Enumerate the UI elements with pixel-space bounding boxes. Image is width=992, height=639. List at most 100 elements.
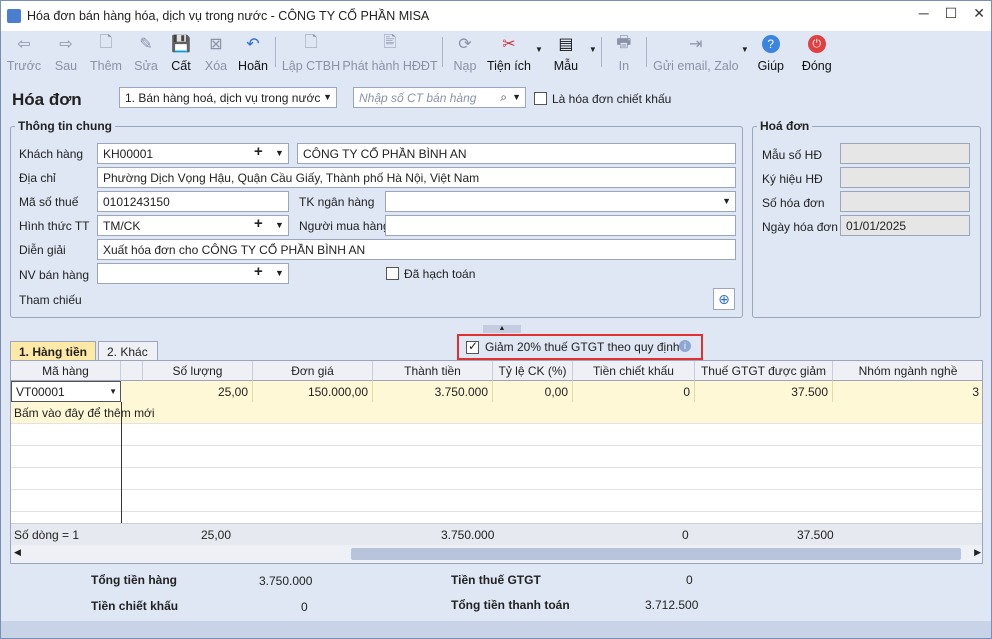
col-header-pin[interactable] xyxy=(121,361,143,381)
add-customer-icon[interactable]: + xyxy=(254,143,263,160)
delete-button[interactable]: ⊠ Xóa xyxy=(197,31,235,77)
buyer-input[interactable] xyxy=(385,215,736,236)
add-row[interactable] xyxy=(11,402,982,423)
print-button[interactable]: 🖶 In xyxy=(606,31,642,77)
vat-reduction-label: Giảm 20% thuế GTGT theo quy định xyxy=(485,340,680,354)
col-header-vat-reduced[interactable]: Thuế GTGT được giảm xyxy=(695,361,833,381)
scrollbar-thumb[interactable] xyxy=(351,548,961,560)
scroll-left-icon[interactable]: ◀ xyxy=(14,547,21,558)
col-header-price[interactable]: Đơn giá xyxy=(253,361,373,381)
publish-einvoice-button[interactable]: 🖹 Phát hành HĐĐT xyxy=(342,31,438,77)
price-cell[interactable]: 150.000,00 xyxy=(253,381,373,402)
col-header-code[interactable]: Mã hàng xyxy=(11,361,121,381)
add-button[interactable]: 🗋 Thêm xyxy=(85,31,127,77)
discount-invoice-checkbox[interactable] xyxy=(534,92,547,105)
invoice-symbol-label: Ký hiệu HĐ xyxy=(762,172,823,186)
vat-reduction-box: ✓ Giảm 20% thuế GTGT theo quy định i xyxy=(457,334,703,360)
template-button[interactable]: ▤ Mẫu xyxy=(543,31,589,77)
power-icon: ⏻ xyxy=(807,34,826,54)
tab-other[interactable]: 2. Khác xyxy=(98,341,158,361)
col-header-ck-amount[interactable]: Tiền chiết khấu xyxy=(573,361,695,381)
create-sales-button[interactable]: 🗋 Lập CTBH xyxy=(280,31,342,77)
check-icon: ✓ xyxy=(468,338,479,353)
invoice-form-label: Mẫu số HĐ xyxy=(762,148,823,162)
app-icon xyxy=(7,9,21,23)
delete-doc-icon: ⊠ xyxy=(209,36,223,53)
bank-select[interactable]: ▼ xyxy=(385,191,736,212)
add-payment-icon[interactable]: + xyxy=(254,215,263,232)
search-invoice-input[interactable]: Nhập số CT bán hàng ⌕ ▼ xyxy=(353,87,526,108)
industry-cell[interactable]: 3 xyxy=(833,381,982,402)
invoice-date-input[interactable]: 01/01/2025 xyxy=(840,215,970,236)
undo-button[interactable]: ↶ Hoãn xyxy=(235,31,271,77)
row-count: Số dòng = 1 xyxy=(14,528,80,542)
total-payment-label: Tổng tiền thanh toán xyxy=(451,598,570,612)
window-title: Hóa đơn bán hàng hóa, dịch vụ trong nước… xyxy=(27,9,430,23)
invoice-date-label: Ngày hóa đơn xyxy=(762,220,838,234)
posted-checkbox[interactable] xyxy=(386,267,399,280)
maximize-icon[interactable]: ☐ xyxy=(945,5,958,22)
save-button[interactable]: 💾 Cất xyxy=(165,31,197,77)
ck-amount-cell[interactable]: 0 xyxy=(573,381,695,402)
reload-button[interactable]: ⟳ Nạp xyxy=(447,31,483,77)
chevron-down-icon[interactable]: ▼ xyxy=(275,220,284,230)
add-row-hint[interactable]: Bấm vào đây để thêm mới xyxy=(14,406,155,420)
col-header-amount[interactable]: Thành tiền xyxy=(373,361,493,381)
arrow-right-icon: ⇨ xyxy=(59,36,73,53)
item-code-cell[interactable]: VT00001 ▼ xyxy=(11,381,121,402)
scroll-right-icon[interactable]: ▶ xyxy=(974,547,981,558)
discount-invoice-label: Là hóa đơn chiết khấu xyxy=(552,92,672,106)
status-bar xyxy=(1,621,991,638)
edit-doc-icon: ✎ xyxy=(139,36,153,53)
qty-cell[interactable]: 25,00 xyxy=(143,381,253,402)
invoice-number-input[interactable] xyxy=(840,191,970,212)
send-email-button[interactable]: ⇥ Gửi email, Zalo xyxy=(651,31,741,77)
chevron-down-icon[interactable]: ▼ xyxy=(589,45,597,54)
chevron-down-icon[interactable]: ▼ xyxy=(275,268,284,278)
general-info-title: Thông tin chung xyxy=(15,119,115,133)
col-header-ck-rate[interactable]: Tỷ lệ CK (%) xyxy=(493,361,573,381)
add-staff-icon[interactable]: + xyxy=(254,263,263,280)
invoice-form-input[interactable] xyxy=(840,143,970,164)
ck-rate-cell[interactable]: 0,00 xyxy=(493,381,573,402)
zoom-in-icon[interactable]: ⊕ xyxy=(713,288,735,310)
col-header-qty[interactable]: Số lượng xyxy=(143,361,253,381)
total-payment-value: 3.712.500 xyxy=(645,598,699,612)
prev-button[interactable]: ⇦ Trước xyxy=(1,31,47,77)
info-icon[interactable]: i xyxy=(679,340,691,352)
description-input[interactable]: Xuất hóa đơn cho CÔNG TY CỔ PHẦN BÌNH AN xyxy=(97,239,736,260)
minimize-icon[interactable]: ─ xyxy=(919,5,929,22)
total-goods-value: 3.750.000 xyxy=(259,574,313,588)
undo-icon: ↶ xyxy=(246,36,260,53)
tab-goods[interactable]: 1. Hàng tiền xyxy=(10,341,96,361)
chevron-down-icon: ▼ xyxy=(512,92,521,102)
help-icon: ? xyxy=(761,34,780,54)
col-header-industry[interactable]: Nhóm ngành nghề xyxy=(833,361,982,381)
payment-method-label: Hình thức TT xyxy=(19,219,90,233)
publish-icon: 🖹 xyxy=(383,33,397,51)
edit-button[interactable]: ✎ Sửa xyxy=(127,31,165,77)
tax-code-input[interactable]: 0101243150 xyxy=(97,191,289,212)
chevron-down-icon[interactable]: ▼ xyxy=(741,45,749,54)
address-input[interactable]: Phường Dịch Vọng Hậu, Quận Cầu Giấy, Thà… xyxy=(97,167,736,188)
chevron-down-icon[interactable]: ▼ xyxy=(535,45,543,54)
help-button[interactable]: ? Giúp xyxy=(749,31,793,77)
vat-reduction-checkbox[interactable]: ✓ xyxy=(466,338,479,354)
next-button[interactable]: ⇨ Sau xyxy=(47,31,85,77)
customer-name-input[interactable]: CÔNG TY CỔ PHẦN BÌNH AN xyxy=(297,143,736,164)
horizontal-scrollbar[interactable]: ◀ ▶ xyxy=(11,545,982,563)
chevron-down-icon: ▼ xyxy=(722,196,731,206)
vat-reduced-cell[interactable]: 37.500 xyxy=(695,381,833,402)
arrow-left-icon: ⇦ xyxy=(17,36,31,53)
address-label: Địa chỉ xyxy=(19,171,56,185)
add-doc-icon: 🗋 xyxy=(99,33,113,51)
amount-cell[interactable]: 3.750.000 xyxy=(373,381,493,402)
customer-label: Khách hàng xyxy=(19,147,84,161)
close-icon[interactable]: ✕ xyxy=(973,5,985,22)
utilities-button[interactable]: ✂ Tiện ích xyxy=(483,31,535,77)
invoice-symbol-input[interactable] xyxy=(840,167,970,188)
close-button[interactable]: ⏻ Đóng xyxy=(793,31,841,77)
invoice-type-select[interactable]: 1. Bán hàng hoá, dịch vụ trong nước ▼ xyxy=(119,87,337,108)
chevron-down-icon[interactable]: ▼ xyxy=(275,148,284,158)
collapse-handle[interactable]: ▲ xyxy=(483,325,521,333)
